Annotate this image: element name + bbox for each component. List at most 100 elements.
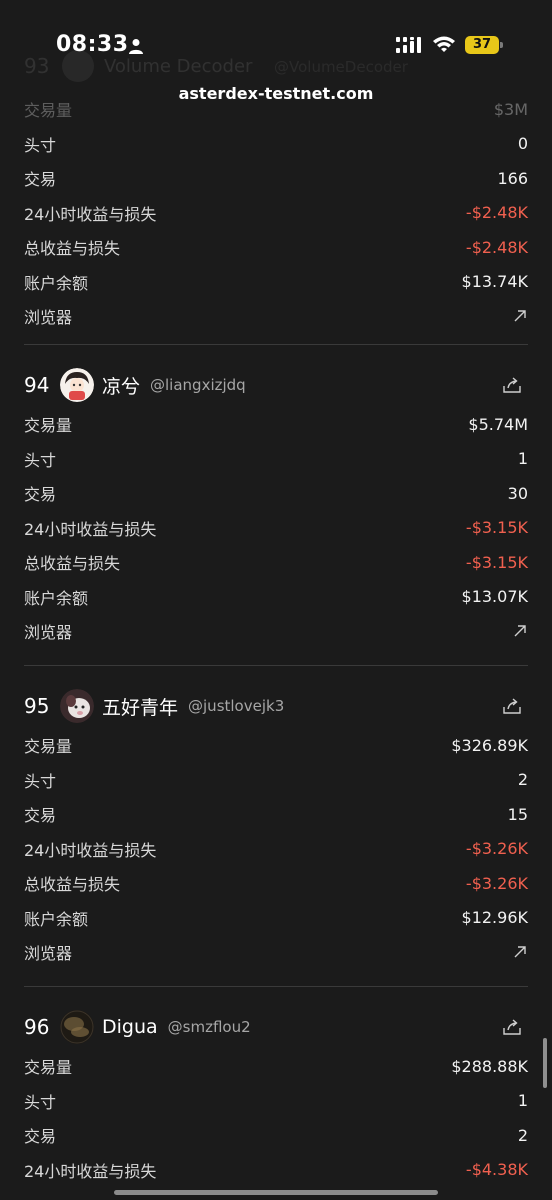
battery-level: 37	[465, 36, 499, 54]
stat-row-positions: 头寸 1	[24, 442, 528, 477]
stat-value: -$3.15K	[465, 552, 528, 572]
stat-value: -$3.26K	[465, 873, 528, 893]
explorer-link[interactable]: 浏览器	[24, 935, 528, 970]
stat-label: 账户余额	[24, 273, 89, 293]
stat-value: -$3.15K	[465, 518, 528, 538]
stat-label: 头寸	[24, 450, 57, 470]
share-icon[interactable]	[502, 375, 522, 395]
divider	[24, 344, 528, 345]
stat-row-pnl-total: 总收益与损失 -$2.48K	[24, 230, 528, 265]
stat-value: $13.07K	[461, 587, 528, 607]
battery-tip	[500, 42, 503, 48]
external-link-icon[interactable]	[512, 308, 528, 324]
url-bar[interactable]: asterdex-testnet.com	[0, 84, 552, 103]
stat-row-pnl-24h: 24小时收益与损失 -$3.26K	[24, 832, 528, 867]
avatar[interactable]	[60, 1010, 94, 1044]
leaderboard-entry-93-stats: 交易量 $3M 头寸 0 交易 166 24小时收益与损失 -$2.48K 总收…	[24, 92, 528, 334]
stat-value: $13.74K	[461, 272, 528, 292]
status-bar: 08:33 37	[0, 0, 552, 62]
stat-row-trades: 交易 15	[24, 797, 528, 832]
explorer-link[interactable]: 浏览器	[24, 299, 528, 334]
trader-handle: @justlovejk3	[188, 697, 285, 715]
trader-handle: @smzflou2	[167, 1018, 251, 1036]
trader-name: Digua	[102, 1016, 158, 1038]
stat-row-trades: 交易 2	[24, 1118, 528, 1153]
divider	[24, 665, 528, 666]
wifi-icon	[433, 36, 455, 52]
trader-name: 五好青年	[102, 696, 179, 719]
stat-value: 0	[517, 134, 528, 154]
external-link-icon[interactable]	[512, 623, 528, 639]
stat-value: -$2.48K	[465, 203, 528, 223]
stat-value: 1	[517, 449, 528, 469]
rank: 96	[24, 1015, 50, 1039]
rank: 94	[24, 373, 50, 397]
stat-row-positions: 头寸 1	[24, 1084, 528, 1119]
entry-header: 95 五好青年 @justlovejk3	[24, 684, 528, 728]
stat-row-volume: 交易量 $288.88K	[24, 1049, 528, 1084]
share-icon[interactable]	[502, 696, 522, 716]
stat-label: 浏览器	[24, 944, 73, 964]
stat-label: 24小时收益与损失	[24, 519, 157, 539]
leaderboard-entry-96: 96 Digua @smzflou2 交易量 $288.88K 头寸 1 交易 …	[24, 1005, 528, 1187]
avatar[interactable]	[60, 368, 94, 402]
stat-label: 总收益与损失	[24, 875, 121, 895]
stat-row-balance: 账户余额 $13.07K	[24, 580, 528, 615]
stat-row-volume: 交易量 $326.89K	[24, 728, 528, 763]
stat-label: 交易	[24, 485, 57, 505]
stat-row-trades: 交易 30	[24, 476, 528, 511]
stat-label: 交易	[24, 170, 57, 190]
entry-header: 94 凉兮 @liangxizjdq	[24, 363, 528, 407]
stat-label: 浏览器	[24, 623, 73, 643]
leaderboard-entry-94: 94 凉兮 @liangxizjdq 交易量 $5.74M 头寸 1 交易 30	[24, 363, 528, 649]
stat-value: $12.96K	[461, 908, 528, 928]
stat-label: 24小时收益与损失	[24, 1161, 157, 1181]
stat-value: 15	[507, 804, 528, 824]
stat-value: -$3.26K	[465, 839, 528, 859]
trader-handle: @liangxizjdq	[150, 376, 246, 394]
stat-row-balance: 账户余额 $12.96K	[24, 901, 528, 936]
stat-row-positions: 头寸 2	[24, 763, 528, 798]
stat-label: 头寸	[24, 135, 57, 155]
stat-row-pnl-24h: 24小时收益与损失 -$2.48K	[24, 196, 528, 231]
avatar[interactable]	[60, 689, 94, 723]
rank: 95	[24, 694, 50, 718]
scrollbar[interactable]	[543, 1038, 547, 1088]
stat-label: 交易量	[24, 737, 73, 757]
stat-row-pnl-24h: 24小时收益与损失 -$3.15K	[24, 511, 528, 546]
stat-value: 166	[497, 168, 528, 188]
stat-label: 账户余额	[24, 588, 89, 608]
stat-label: 交易量	[24, 416, 73, 436]
stat-label: 交易	[24, 1127, 57, 1147]
stat-row-pnl-total: 总收益与损失 -$3.15K	[24, 545, 528, 580]
stat-value: 1	[517, 1091, 528, 1111]
stat-value: $5.74M	[468, 414, 528, 434]
stat-row-volume: 交易量 $5.74M	[24, 407, 528, 442]
stat-row-pnl-total: 总收益与损失 -$3.26K	[24, 866, 528, 901]
stat-row-trades: 交易 166	[24, 161, 528, 196]
stat-label: 账户余额	[24, 909, 89, 929]
stat-label: 24小时收益与损失	[24, 840, 157, 860]
entry-header: 96 Digua @smzflou2	[24, 1005, 528, 1049]
trader-name: 凉兮	[102, 375, 141, 398]
stat-label: 交易	[24, 806, 57, 826]
stat-label: 24小时收益与损失	[24, 204, 157, 224]
stat-value: -$4.38K	[465, 1160, 528, 1180]
stat-value: $288.88K	[451, 1056, 528, 1076]
divider	[24, 986, 528, 987]
stat-label: 交易量	[24, 1058, 73, 1078]
share-icon[interactable]	[502, 1017, 522, 1037]
clock: 08:33	[56, 32, 129, 57]
stat-value: 2	[517, 770, 528, 790]
external-link-icon[interactable]	[512, 944, 528, 960]
stat-value: -$2.48K	[465, 237, 528, 257]
stat-label: 浏览器	[24, 308, 73, 328]
stat-row-pnl-24h: 24小时收益与损失 -$4.38K	[24, 1153, 528, 1188]
stat-label: 总收益与损失	[24, 554, 121, 574]
stat-value: 2	[517, 1125, 528, 1145]
stat-value: $326.89K	[451, 735, 528, 755]
stat-label: 头寸	[24, 1092, 57, 1112]
home-indicator[interactable]	[114, 1190, 438, 1195]
stat-value: 30	[507, 483, 528, 503]
explorer-link[interactable]: 浏览器	[24, 614, 528, 649]
